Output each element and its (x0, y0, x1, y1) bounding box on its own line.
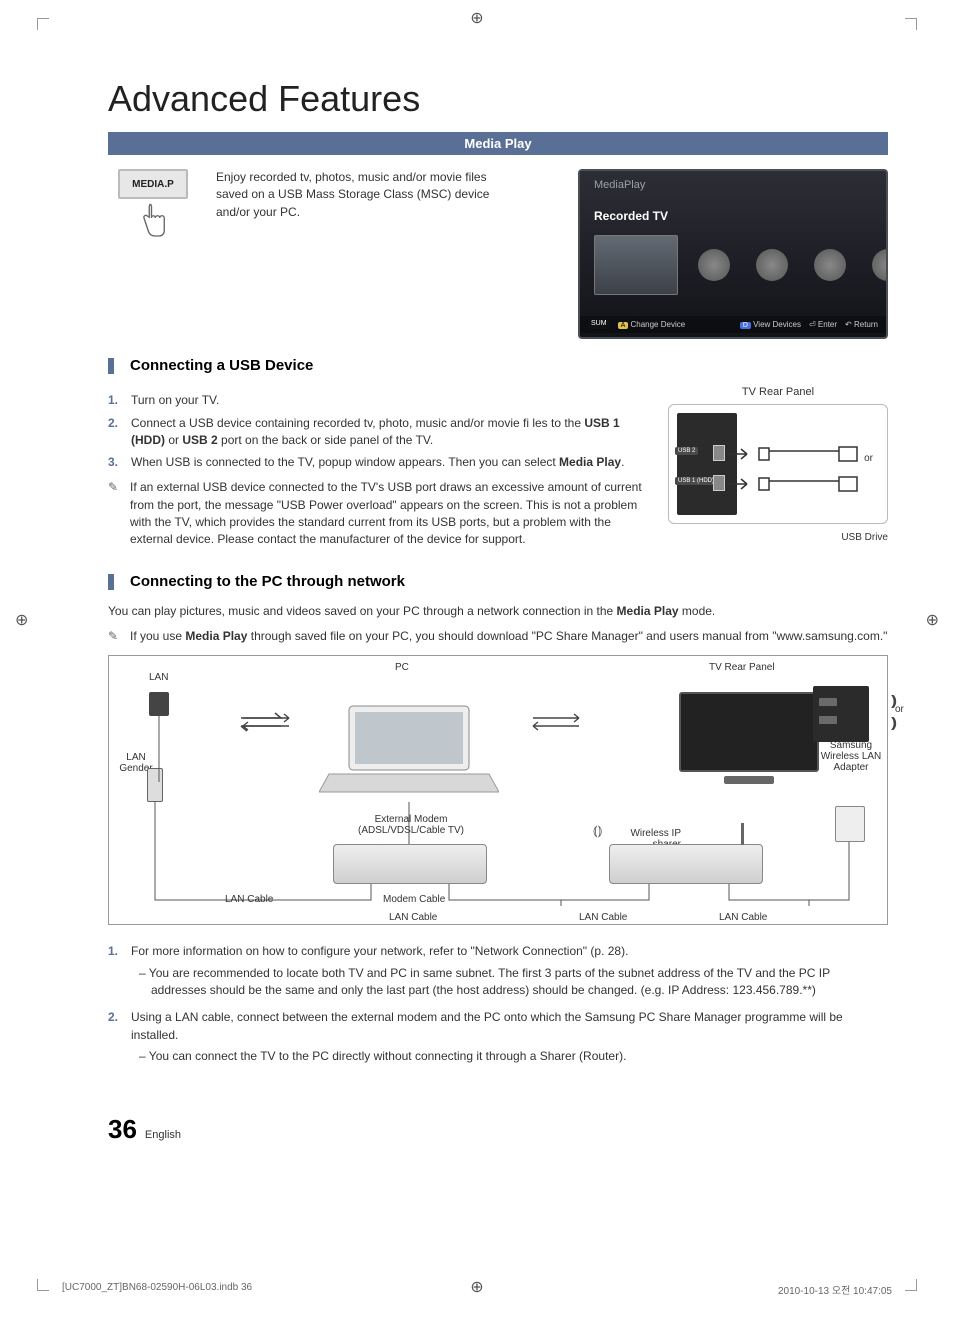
pc-final-steps: 1. For more information on how to config… (108, 943, 888, 1069)
osd-settings-icon (872, 249, 888, 281)
or-label: or (864, 453, 873, 464)
pc-note-text: If you use Media Play through saved file… (130, 628, 887, 645)
usb-steps: 1.Turn on your TV. 2.Connect a USB devic… (108, 392, 644, 471)
pc-label: PC (395, 662, 409, 673)
wifi-icon: ⦅⦆ (593, 822, 602, 839)
page-number: 36 (108, 1114, 137, 1145)
remote-button-illustration: MEDIA.P (108, 169, 198, 339)
lan-label: LAN (149, 672, 168, 683)
pc-step-2: Using a LAN cable, connect between the e… (131, 1010, 843, 1041)
usb-step-3: When USB is connected to the TV, popup w… (131, 454, 624, 471)
osd-change-device: Change Device (630, 320, 685, 329)
osd-view-devices: View Devices (753, 320, 801, 329)
network-diagram: LAN LAN Gender PC External Modem(ADSL/VD… (108, 655, 888, 925)
osd-title: MediaPlay (594, 179, 645, 191)
tv-rear-label: TV Rear Panel (709, 662, 775, 673)
lan-cable-label: LAN Cable (225, 894, 273, 905)
bidirectional-arrow-icon (529, 712, 589, 732)
osd-icon-row (698, 249, 888, 281)
media-play-osd-screenshot: MediaPlay Recorded TV SUM A Change Devic… (578, 169, 888, 339)
osd-footer: SUM A Change Device D View Devices ⏎ Ent… (580, 316, 886, 333)
wireless-adapter-label: Samsung Wireless LAN Adapter (819, 740, 883, 773)
usb-heading: Connecting a USB Device (108, 357, 888, 374)
page-footer: 36 English (108, 1114, 888, 1145)
tv-icon (679, 692, 819, 792)
pc-step-1-sub: – You are recommended to locate both TV … (131, 965, 888, 1000)
pc-intro: You can play pictures, music and videos … (108, 602, 888, 620)
laptop-icon (319, 702, 499, 802)
wall-jack-icon (149, 692, 169, 716)
wifi-waves-icon: ))) (891, 714, 893, 730)
osd-return: Return (854, 320, 878, 329)
lan-cable-label-3: LAN Cable (579, 912, 627, 923)
usb2-label: USB 2 (675, 447, 698, 455)
rear-panel-diagram: USB 2 USB 1 (HDD) or (668, 404, 888, 524)
registration-mark-icon: ⊕ (470, 8, 483, 28)
print-footer: [UC7000_ZT]BN68-02590H-06L03.indb 36 201… (62, 1282, 892, 1297)
osd-subtitle: Recorded TV (594, 209, 668, 223)
page-title: Advanced Features (108, 78, 888, 120)
osd-sum-label: SUM (588, 320, 610, 329)
media-p-button: MEDIA.P (118, 169, 188, 199)
tv-rear-port-icon (813, 686, 869, 742)
rear-panel-title: TV Rear Panel (668, 386, 888, 398)
usb-cable-icon (729, 475, 859, 493)
pc-step-2-sub: – You can connect the TV to the PC direc… (131, 1048, 888, 1065)
usb-step-1: Turn on your TV. (131, 392, 219, 409)
usb-note-text: If an external USB device connected to t… (130, 479, 644, 549)
note-icon: ✎ (108, 628, 124, 644)
modem-icon (333, 844, 487, 884)
print-filename: [UC7000_ZT]BN68-02590H-06L03.indb 36 (62, 1282, 252, 1297)
lan-gender-icon (147, 768, 163, 802)
usb-note: ✎ If an external USB device connected to… (108, 479, 644, 549)
pc-step-1: For more information on how to configure… (131, 944, 628, 958)
lan-cable-label-2: LAN Cable (389, 912, 437, 923)
usb1-label: USB 1 (HDD) (675, 477, 717, 485)
lan-cable-label-4: LAN Cable (719, 912, 767, 923)
usb-drive-label: USB Drive (668, 532, 888, 543)
osd-enter: Enter (818, 320, 837, 329)
osd-thumbnail (594, 235, 678, 295)
osd-music-icon (814, 249, 846, 281)
modem-cable-label: Modem Cable (383, 894, 445, 905)
usb-cable-icon (729, 445, 859, 463)
page-language: English (145, 1129, 181, 1141)
registration-mark-icon: ⊕ (15, 610, 28, 630)
or-label-2: or (895, 704, 904, 715)
router-icon (609, 844, 763, 884)
section-header: Media Play (108, 132, 888, 155)
pc-heading: Connecting to the PC through network (108, 573, 888, 590)
osd-photo-icon (756, 249, 788, 281)
pc-note: ✎ If you use Media Play through saved fi… (108, 628, 888, 645)
pointing-hand-icon (138, 203, 168, 239)
modem-label: External Modem(ADSL/VDSL/Cable TV) (341, 814, 481, 836)
usb-step-2: Connect a USB device containing recorded… (131, 415, 644, 449)
wifi-waves-icon: ))) (891, 692, 893, 708)
print-timestamp: 2010-10-13 오전 10:47:05 (778, 1282, 892, 1297)
media-play-description: Enjoy recorded tv, photos, music and/or … (216, 169, 496, 339)
note-icon: ✎ (108, 479, 124, 495)
osd-video-icon (698, 249, 730, 281)
wall-port-icon (835, 806, 865, 842)
bidirectional-arrow-icon (239, 712, 299, 732)
registration-mark-icon: ⊕ (926, 610, 939, 630)
